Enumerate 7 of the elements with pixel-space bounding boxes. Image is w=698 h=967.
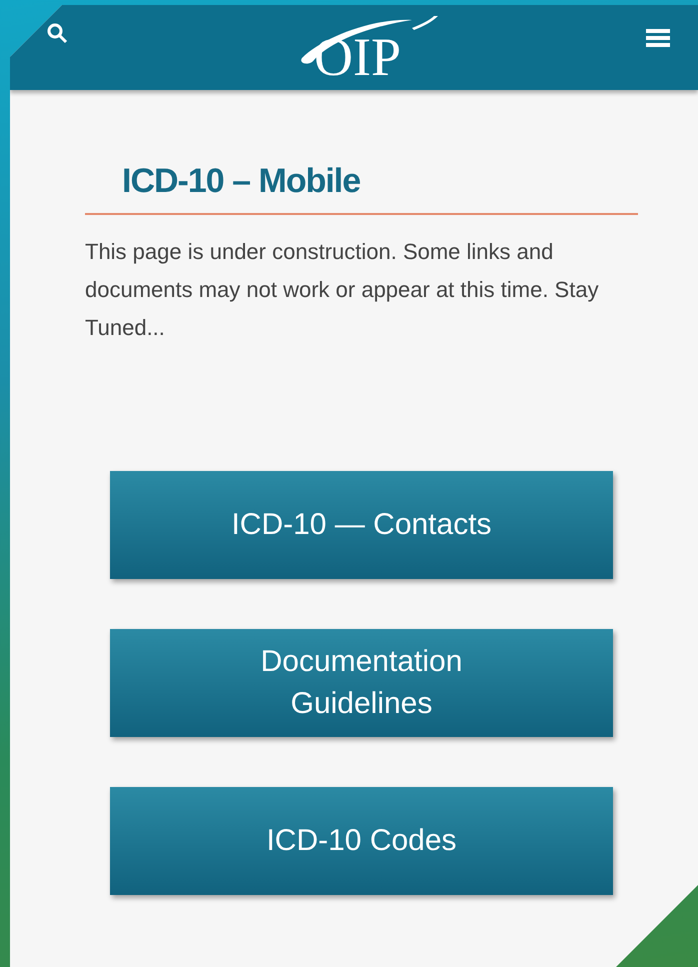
nav-button[interactable]: ICD-10 — Contacts xyxy=(110,471,613,579)
menu-icon[interactable] xyxy=(646,28,670,48)
notice-text: This page is under construction. Some links and documents may not work or appear at this time. Stay Tuned... xyxy=(85,238,600,342)
nav-button[interactable]: ICD-10 Codes xyxy=(110,787,613,895)
nav-button[interactable]: Documentation Guidelines xyxy=(110,629,613,737)
page-title: ICD-10 – Mobile xyxy=(85,162,638,215)
search-icon[interactable] xyxy=(46,22,68,44)
